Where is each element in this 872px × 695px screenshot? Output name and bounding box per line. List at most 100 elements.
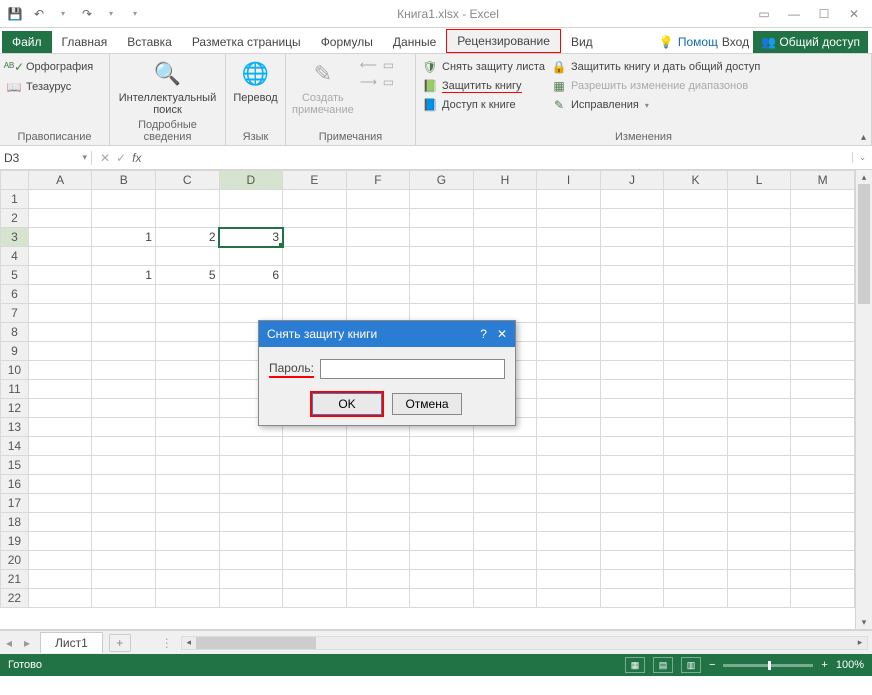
cell[interactable]: [727, 285, 791, 304]
cell[interactable]: [791, 456, 855, 475]
cell[interactable]: [791, 342, 855, 361]
cell[interactable]: [664, 589, 728, 608]
cell[interactable]: [537, 513, 601, 532]
cell[interactable]: [28, 570, 92, 589]
show-all-comments-icon[interactable]: ▭: [383, 75, 403, 89]
show-comment-icon[interactable]: ▭: [383, 58, 403, 72]
cell[interactable]: [410, 247, 474, 266]
cell[interactable]: [219, 247, 283, 266]
cell[interactable]: [664, 266, 728, 285]
cell[interactable]: [791, 285, 855, 304]
cell[interactable]: [537, 399, 601, 418]
cell[interactable]: [219, 513, 283, 532]
cell[interactable]: [92, 285, 156, 304]
cell[interactable]: [283, 513, 347, 532]
scroll-down-icon[interactable]: ▾: [856, 615, 872, 629]
cell[interactable]: [727, 304, 791, 323]
cell[interactable]: [28, 323, 92, 342]
view-normal-icon[interactable]: ▦: [625, 657, 645, 673]
cell[interactable]: [155, 551, 219, 570]
cell[interactable]: [727, 228, 791, 247]
cell[interactable]: [155, 570, 219, 589]
scrollbar-thumb[interactable]: [858, 184, 870, 304]
cell[interactable]: [664, 285, 728, 304]
cell[interactable]: [664, 209, 728, 228]
cell[interactable]: [600, 228, 664, 247]
cell[interactable]: [791, 475, 855, 494]
column-header[interactable]: I: [537, 171, 601, 190]
cell[interactable]: [537, 551, 601, 570]
cell[interactable]: [346, 209, 410, 228]
cell[interactable]: [155, 589, 219, 608]
row-header[interactable]: 17: [1, 494, 29, 513]
row-header[interactable]: 1: [1, 190, 29, 209]
cell[interactable]: [155, 380, 219, 399]
cell[interactable]: [791, 437, 855, 456]
track-changes-button[interactable]: ✎Исправления▾: [551, 96, 760, 114]
sheet-tab-1[interactable]: Лист1: [40, 632, 103, 653]
qat-undo-icon[interactable]: ↶: [28, 3, 50, 25]
cell[interactable]: [155, 323, 219, 342]
cell[interactable]: 6: [219, 266, 283, 285]
cell[interactable]: [92, 323, 156, 342]
cell[interactable]: [410, 551, 474, 570]
row-header[interactable]: 8: [1, 323, 29, 342]
cell[interactable]: [92, 437, 156, 456]
share-button[interactable]: 👥 Общий доступ: [753, 31, 868, 53]
cell[interactable]: [537, 475, 601, 494]
column-header[interactable]: J: [600, 171, 664, 190]
cell[interactable]: [155, 209, 219, 228]
help-icon[interactable]: 💡: [659, 35, 674, 49]
zoom-in-button[interactable]: +: [821, 659, 827, 671]
cell[interactable]: [600, 247, 664, 266]
cell[interactable]: [28, 380, 92, 399]
cell[interactable]: [346, 551, 410, 570]
column-header[interactable]: G: [410, 171, 474, 190]
cell[interactable]: [283, 247, 347, 266]
cell[interactable]: [219, 551, 283, 570]
cell[interactable]: [664, 323, 728, 342]
cell[interactable]: [727, 209, 791, 228]
scroll-up-icon[interactable]: ▴: [856, 170, 872, 184]
cell[interactable]: [410, 494, 474, 513]
cell[interactable]: [600, 266, 664, 285]
cell[interactable]: [473, 570, 537, 589]
cell[interactable]: [92, 513, 156, 532]
login-link[interactable]: Вход: [722, 35, 749, 49]
cell[interactable]: [727, 532, 791, 551]
cell[interactable]: [346, 190, 410, 209]
cell[interactable]: [28, 190, 92, 209]
cell[interactable]: [537, 570, 601, 589]
cell[interactable]: [791, 209, 855, 228]
cell[interactable]: [537, 532, 601, 551]
row-header[interactable]: 14: [1, 437, 29, 456]
cell[interactable]: [283, 532, 347, 551]
cell[interactable]: [28, 399, 92, 418]
qat-customize-icon[interactable]: ▾: [124, 3, 146, 25]
cell[interactable]: [410, 456, 474, 475]
window-maximize-icon[interactable]: ☐: [810, 3, 838, 25]
column-header[interactable]: M: [791, 171, 855, 190]
cell[interactable]: [155, 513, 219, 532]
cell[interactable]: [28, 418, 92, 437]
cell[interactable]: 3: [219, 228, 283, 247]
name-box[interactable]: D3 ▾: [0, 151, 92, 165]
cell[interactable]: [664, 418, 728, 437]
cell[interactable]: [473, 266, 537, 285]
cell[interactable]: [346, 513, 410, 532]
cell[interactable]: [346, 437, 410, 456]
share-workbook-button[interactable]: 📘Доступ к книге: [422, 96, 545, 114]
cell[interactable]: [600, 494, 664, 513]
tab-data[interactable]: Данные: [383, 31, 446, 53]
add-sheet-button[interactable]: +: [109, 634, 131, 652]
cell[interactable]: [283, 228, 347, 247]
cell[interactable]: [664, 494, 728, 513]
cell[interactable]: [727, 380, 791, 399]
cell[interactable]: [28, 247, 92, 266]
cell[interactable]: [346, 228, 410, 247]
unprotect-sheet-button[interactable]: 🛡Снять защиту листа: [422, 58, 545, 76]
cell[interactable]: [92, 342, 156, 361]
cell[interactable]: [346, 266, 410, 285]
cell[interactable]: [537, 323, 601, 342]
cell[interactable]: [727, 456, 791, 475]
